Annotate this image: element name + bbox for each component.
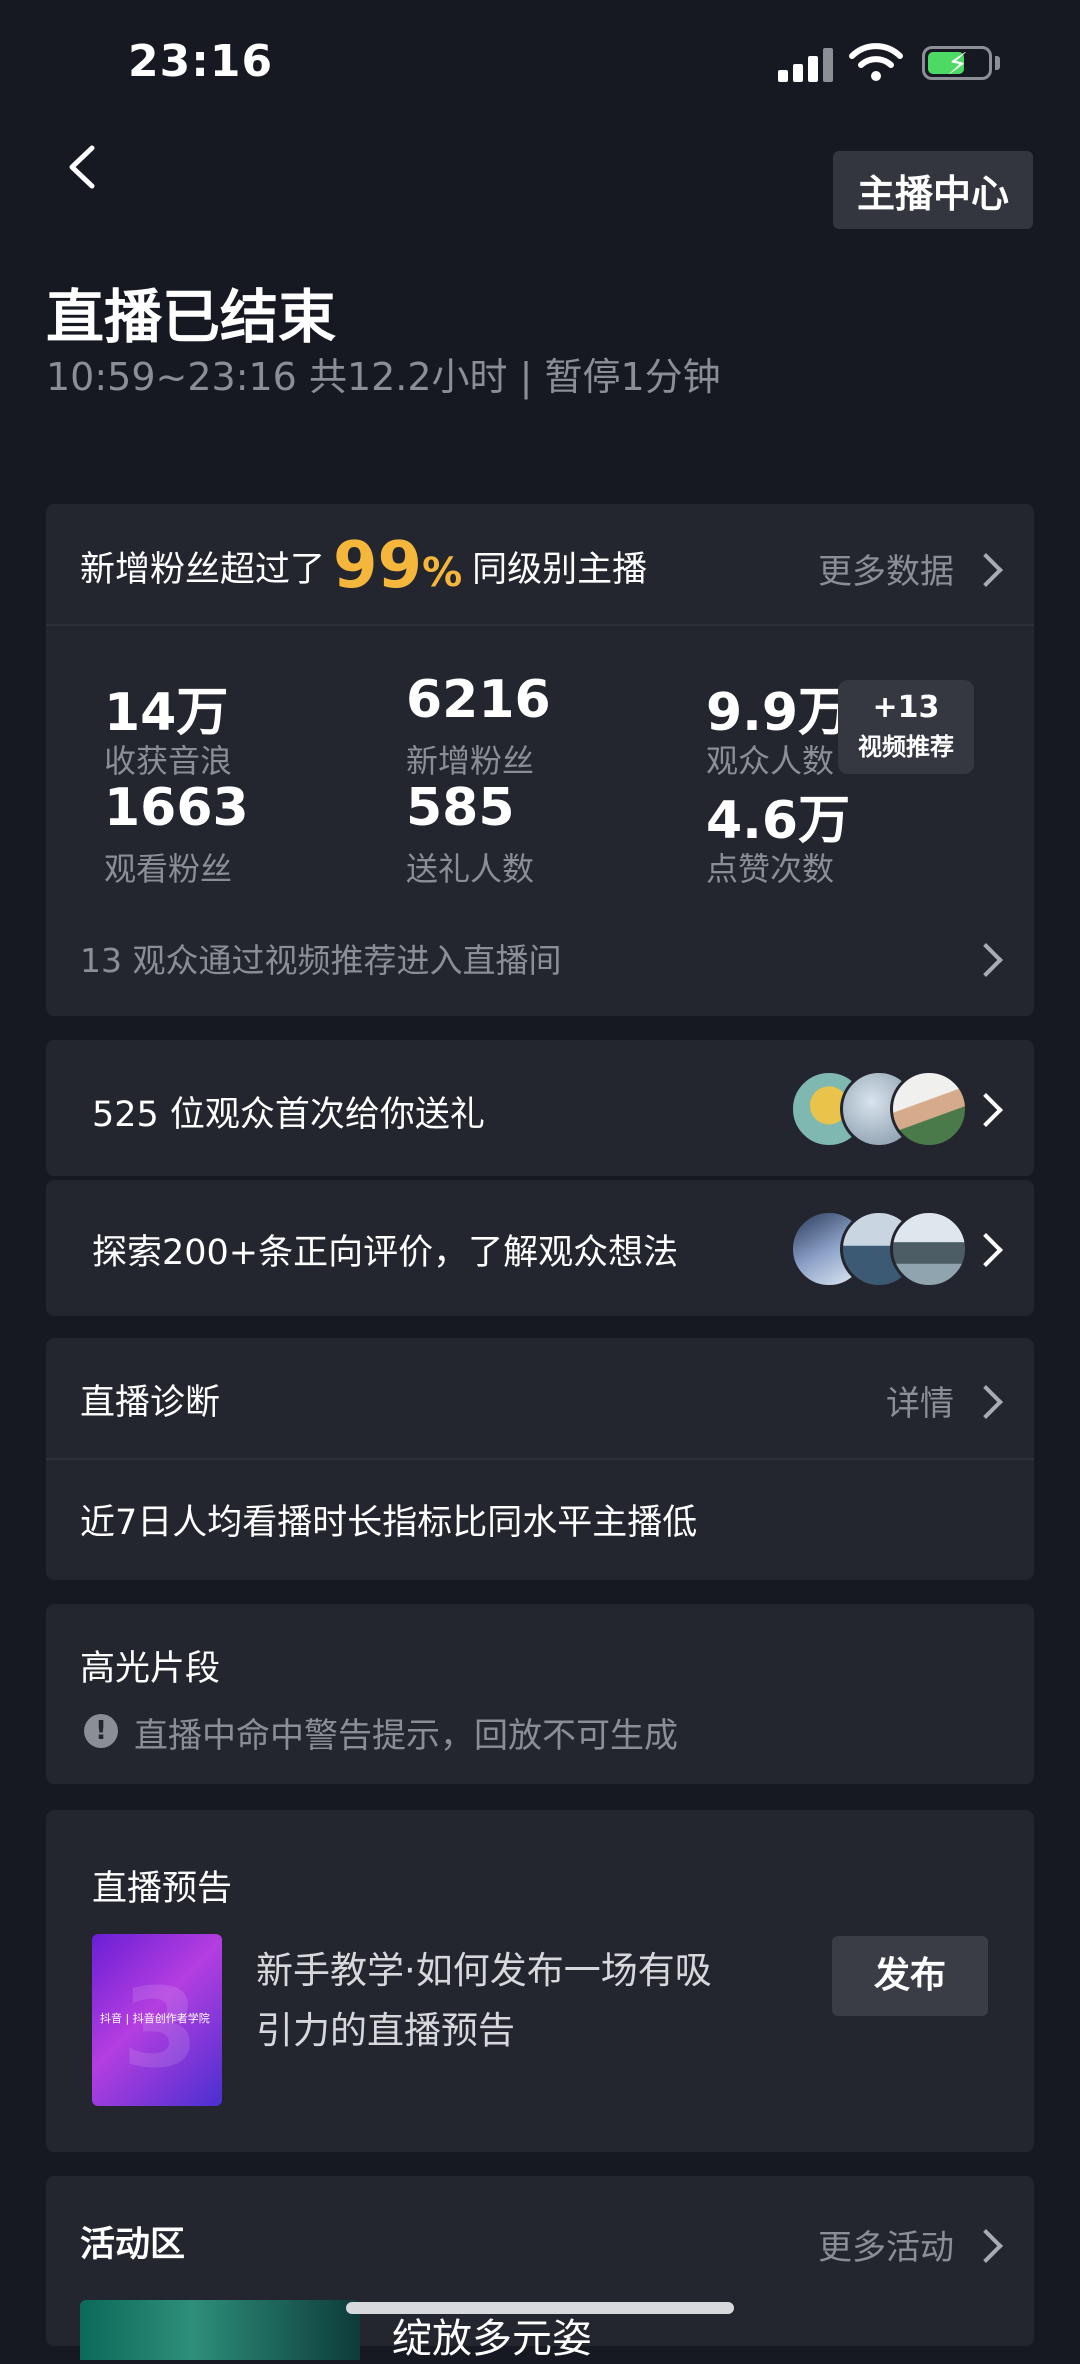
chevron-right-icon[interactable] <box>969 553 1003 587</box>
live-duration-subtitle: 10:59~23:16 共12.2小时 | 暂停1分钟 <box>46 355 721 399</box>
preview-title: 直播预告 <box>92 1869 233 1909</box>
badge-count: +13 <box>872 690 940 725</box>
anchor-center-button[interactable]: 主播中心 <box>833 151 1033 229</box>
diagnosis-detail-link[interactable]: 详情 <box>886 1376 954 1425</box>
stat-value-gifts: 14万 <box>104 683 229 743</box>
preview-description-line1: 新手教学·如何发布一场有吸 <box>256 1949 712 1992</box>
stat-value-new-fans: 6216 <box>406 670 551 730</box>
page-title: 直播已结束 <box>46 283 337 351</box>
more-activities-link[interactable]: 更多活动 <box>818 2220 954 2269</box>
diagnosis-title: 直播诊断 <box>80 1383 221 1423</box>
headline-percent: 99 <box>333 529 423 603</box>
positive-reviews-text: 探索200+条正向评价，了解观众想法 <box>92 1233 679 1273</box>
cellular-signal-icon <box>778 48 834 82</box>
video-recommend-badge[interactable]: +13 视频推荐 <box>838 680 974 774</box>
stat-label-new-fans: 新增粉丝 <box>406 742 535 780</box>
chevron-right-icon[interactable] <box>969 2229 1003 2263</box>
activity-card: 活动区 更多活动 绽放多元姿 <box>46 2176 1034 2362</box>
back-arrow-icon[interactable] <box>62 142 104 192</box>
stat-value-likes: 4.6万 <box>706 791 851 851</box>
highlights-card: 高光片段 ! 直播中命中警告提示，回放不可生成 <box>46 1604 1034 1784</box>
headline-suffix: 同级别主播 <box>472 549 648 590</box>
stat-value-viewers: 9.9万 <box>706 683 851 743</box>
live-preview-card: 直播预告 3 抖音 | 抖音创作者学院 新手教学·如何发布一场有吸 引力的直播预… <box>46 1810 1034 2152</box>
video-recommend-footer[interactable]: 13 观众通过视频推荐进入直播间 <box>80 934 561 982</box>
avatar <box>890 1210 968 1288</box>
activity-thumbnail[interactable] <box>80 2300 360 2360</box>
publish-button[interactable]: 发布 <box>832 1936 988 2016</box>
live-diagnosis-card: 直播诊断 详情 近7日人均看播时长指标比同水平主播低 <box>46 1338 1034 1580</box>
fans-headline: 新增粉丝超过了 99 % 同级别主播 <box>80 526 647 606</box>
activity-title: 活动区 <box>80 2225 186 2265</box>
preview-thumbnail[interactable]: 3 抖音 | 抖音创作者学院 <box>92 1934 222 2106</box>
avatar <box>890 1070 968 1148</box>
chevron-right-icon[interactable] <box>969 1385 1003 1419</box>
diagnosis-message: 近7日人均看播时长指标比同水平主播低 <box>80 1503 698 1543</box>
battery-icon: ⚡ <box>922 46 992 82</box>
first-gift-row[interactable]: 525 位观众首次给你送礼 <box>46 1040 1034 1176</box>
stat-label-watching-fans: 观看粉丝 <box>104 850 233 888</box>
headline-prefix: 新增粉丝超过了 <box>80 549 326 590</box>
wifi-icon <box>849 43 903 81</box>
positive-reviews-row[interactable]: 探索200+条正向评价，了解观众想法 <box>46 1180 1034 1316</box>
more-data-link[interactable]: 更多数据 <box>818 544 954 593</box>
activity-item-text: 绽放多元姿 <box>392 2316 592 2362</box>
thumbnail-number-icon: 3 <box>122 1964 199 2092</box>
chevron-right-icon[interactable] <box>969 1093 1003 1127</box>
stat-label-viewers: 观众人数 <box>706 742 835 780</box>
highlights-title: 高光片段 <box>80 1649 221 1689</box>
stat-value-watching-fans: 1663 <box>104 778 249 838</box>
highlights-warning: 直播中命中警告提示，回放不可生成 <box>134 1716 678 1756</box>
stat-label-gifts: 收获音浪 <box>104 742 233 780</box>
badge-label: 视频推荐 <box>858 733 954 761</box>
thumbnail-caption: 抖音 | 抖音创作者学院 <box>100 2012 210 2025</box>
chevron-right-icon[interactable] <box>969 1233 1003 1267</box>
stat-label-likes: 点赞次数 <box>706 850 835 888</box>
preview-description-line2: 引力的直播预告 <box>256 2009 515 2052</box>
chevron-right-icon[interactable] <box>969 943 1003 977</box>
stat-label-gifters: 送礼人数 <box>406 850 535 888</box>
status-time: 23:16 <box>128 36 274 87</box>
stats-card: 新增粉丝超过了 99 % 同级别主播 更多数据 14万 收获音浪 6216 新增… <box>46 504 1034 1016</box>
home-indicator[interactable] <box>346 2302 734 2314</box>
stat-value-gifters: 585 <box>406 778 515 838</box>
battery-cap <box>995 56 1000 70</box>
headline-percent-sign: % <box>422 550 463 596</box>
first-gift-text: 525 位观众首次给你送礼 <box>92 1095 485 1135</box>
warning-icon: ! <box>84 1714 118 1748</box>
